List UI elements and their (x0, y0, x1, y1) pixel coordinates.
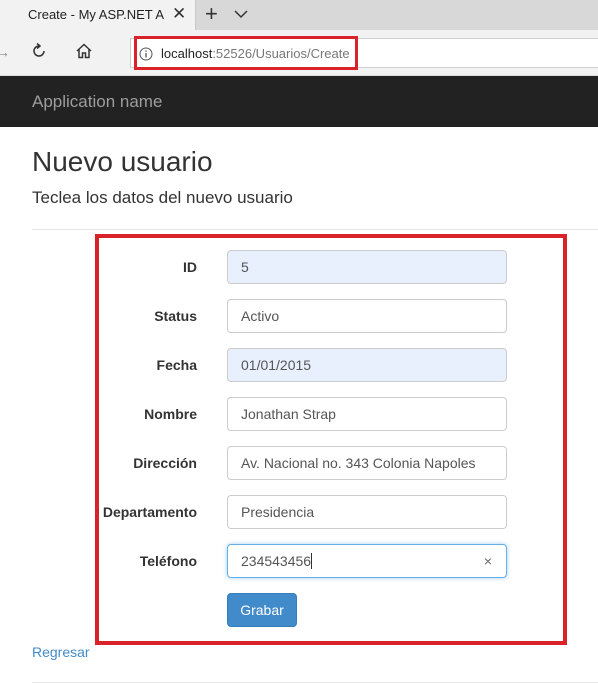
back-link[interactable]: Regresar (32, 644, 90, 660)
browser-tab[interactable]: Create - My ASP.NET Ap ✕ (0, 0, 196, 30)
close-icon[interactable]: ✕ (172, 4, 186, 24)
address-highlight-box (134, 36, 358, 70)
chevron-down-icon[interactable] (234, 6, 248, 24)
app-navbar: Application name (0, 76, 598, 127)
page-title: Nuevo usuario (32, 146, 213, 177)
plus-icon[interactable]: + (205, 2, 218, 26)
brand-link[interactable]: Application name (32, 92, 162, 112)
refresh-icon[interactable] (30, 42, 48, 65)
divider (32, 229, 598, 230)
form-highlight-box (95, 234, 567, 645)
back-arrow-icon[interactable]: → (0, 44, 10, 60)
home-icon[interactable] (75, 42, 93, 65)
browser-tab-bar: Create - My ASP.NET Ap ✕ + (0, 0, 598, 30)
tab-title: Create - My ASP.NET Ap (28, 7, 164, 22)
page-subtitle: Teclea los datos del nuevo usuario (32, 188, 293, 207)
